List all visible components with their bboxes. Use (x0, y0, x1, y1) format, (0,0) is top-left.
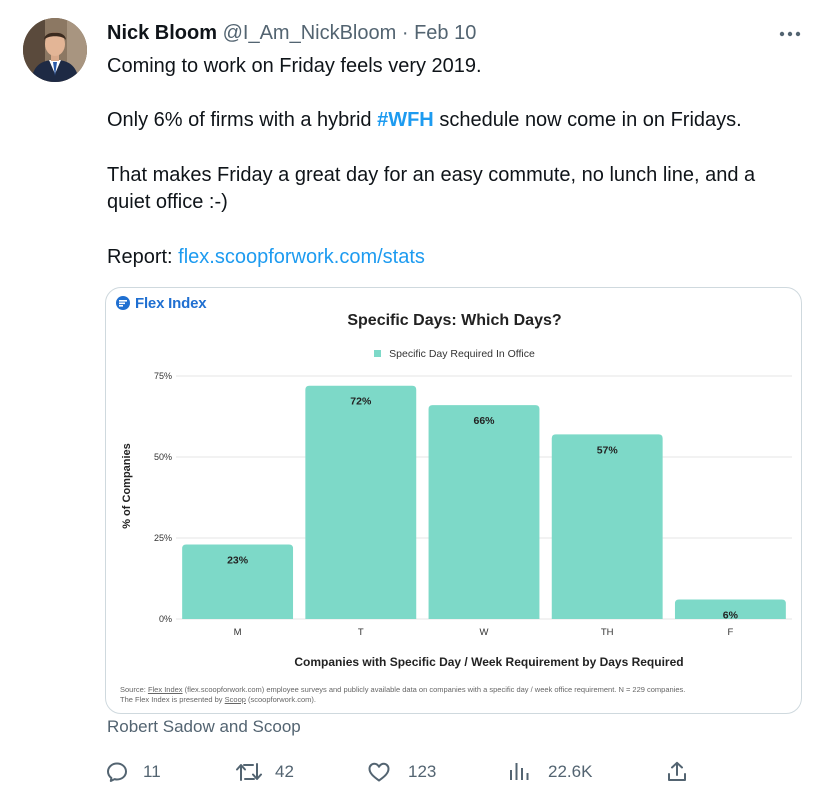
y-tick-label: 25% (154, 533, 172, 543)
bar-data-label: 72% (350, 396, 372, 408)
reply-button[interactable]: 11 (105, 760, 161, 784)
bar-data-label: 6% (723, 610, 739, 622)
views-count: 22.6K (548, 762, 593, 781)
tweet-actions: 11 42 123 22.6K (105, 760, 705, 784)
share-button[interactable] (665, 760, 689, 784)
y-tick-label: 50% (154, 452, 172, 462)
chart-source-note: Source: Flex Index (flex.scoopforwork.co… (120, 685, 800, 705)
tweet-text-line: Report: flex.scoopforwork.com/stats (107, 243, 425, 271)
media-attribution[interactable]: Robert Sadow and Scoop (107, 717, 301, 737)
y-axis-title: % of Companies (121, 443, 133, 529)
media-card[interactable]: Flex Index Specific Days: Which Days? Sp… (105, 287, 802, 714)
more-options-icon[interactable] (776, 24, 804, 44)
tweet-date[interactable]: Feb 10 (414, 22, 476, 44)
source-link-scoop[interactable]: Scoop (225, 695, 246, 704)
x-tick-label: M (234, 627, 242, 638)
tweet-text-segment: Only 6% of firms with a hybrid (107, 109, 378, 131)
tweet-text-line: Only 6% of firms with a hybrid #WFH sche… (107, 106, 742, 134)
retweet-count: 42 (275, 762, 294, 781)
share-icon (668, 761, 686, 781)
report-link[interactable]: flex.scoopforwork.com/stats (178, 246, 425, 268)
heart-icon (368, 762, 390, 782)
source-line: Source: Flex Index (flex.scoopforwork.co… (120, 685, 800, 695)
separator-dot: · (401, 22, 409, 44)
x-tick-label: W (480, 627, 489, 638)
source-text: Source: (120, 685, 148, 694)
tweet-text-line: That makes Friday a great day for an eas… (107, 164, 756, 186)
x-tick-label: TH (601, 627, 614, 638)
bar-data-label: 66% (473, 415, 495, 427)
author-handle[interactable]: @I_Am_NickBloom (223, 22, 397, 44)
source-text: The Flex Index is presented by (120, 695, 225, 704)
author-name[interactable]: Nick Bloom (107, 22, 217, 44)
reply-icon (107, 762, 127, 782)
bar (428, 405, 540, 619)
source-link-flex-index[interactable]: Flex Index (148, 685, 183, 694)
report-label: Report: (107, 246, 179, 268)
x-axis-title: Companies with Specific Day / Week Requi… (294, 655, 683, 669)
y-tick-label: 0% (159, 614, 172, 624)
tweet-text-line: Coming to work on Friday feels very 2019… (107, 55, 482, 77)
x-tick-label: F (727, 627, 733, 638)
tweet-text-line: quiet office :-) (107, 191, 228, 213)
like-button[interactable]: 123 (367, 760, 436, 784)
views-chart-icon (510, 763, 529, 780)
bar-data-label: 23% (227, 554, 249, 566)
tweet-text-segment: schedule now come in on Fridays. (433, 109, 742, 131)
bar-data-label: 57% (597, 444, 619, 456)
bar-chart: 0% 25% 50% 75% 23% M 72% T 66% W 57% TH 6% F % of Com… (121, 371, 792, 669)
bar (305, 385, 417, 619)
y-tick-label: 75% (154, 371, 172, 381)
views-button[interactable]: 22.6K (508, 760, 592, 784)
retweet-button[interactable]: 42 (235, 760, 294, 784)
source-text: (scoopforwork.com). (245, 695, 316, 704)
tweet: Nick Bloom @I_Am_NickBloom · Feb 10 Comi… (0, 0, 826, 799)
reply-count: 11 (143, 762, 161, 781)
like-count: 123 (408, 762, 437, 781)
x-tick-label: T (358, 627, 364, 638)
tweet-header: Nick Bloom @I_Am_NickBloom · Feb 10 (107, 21, 476, 45)
avatar[interactable] (23, 18, 87, 82)
hashtag-link[interactable]: #WFH (377, 109, 434, 131)
bar (551, 434, 663, 619)
source-text: (flex.scoopforwork.com) employee surveys… (182, 685, 686, 694)
retweet-icon (236, 763, 262, 781)
source-line: The Flex Index is presented by Scoop (sc… (120, 695, 800, 705)
